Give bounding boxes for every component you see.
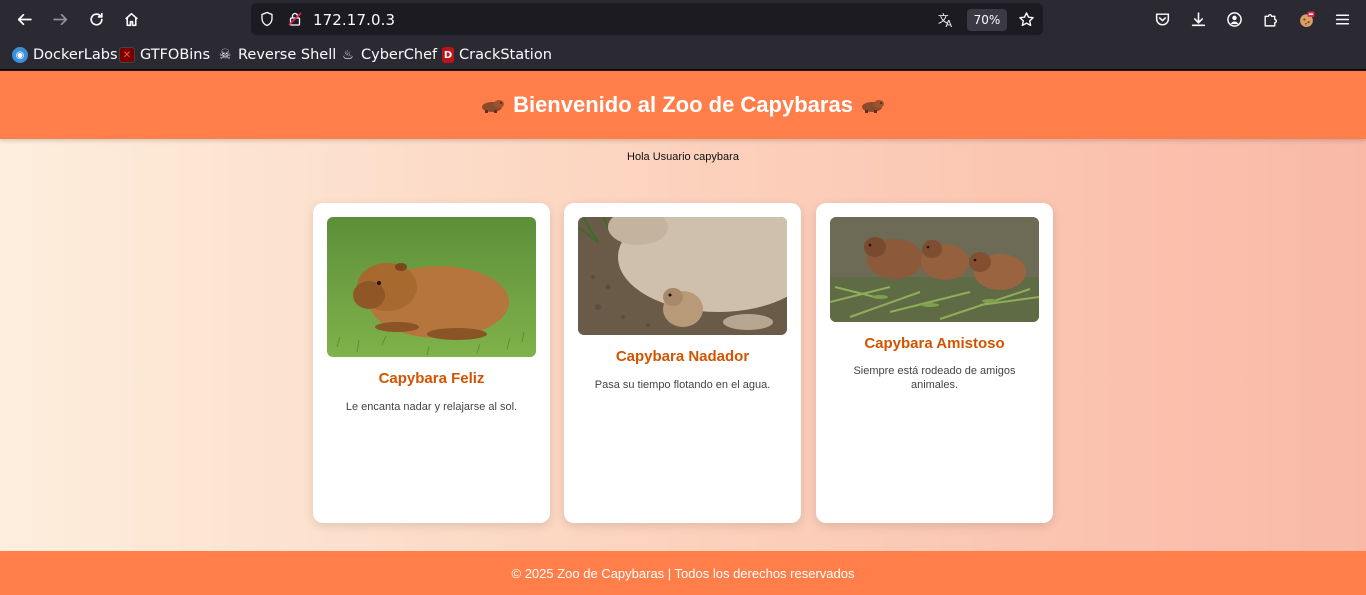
bookmark-label: CyberChef xyxy=(361,47,438,63)
back-button[interactable] xyxy=(10,5,38,33)
browser-toolbar: 172.17.0.3 文A 70% xyxy=(0,0,1366,39)
user-greeting: Hola Usuario capybara xyxy=(627,151,739,163)
bookmark-label: GTFOBins xyxy=(140,47,211,63)
download-icon xyxy=(1191,11,1205,26)
skull-icon: ☠ xyxy=(218,47,232,63)
capybara-card: Capybara Nadador Pasa su tiempo flotando… xyxy=(564,203,801,523)
account-button[interactable] xyxy=(1220,5,1248,33)
bookmark-cyberchef[interactable]: ♨ CyberChef xyxy=(340,45,437,65)
crackstation-icon: D xyxy=(442,47,454,63)
card-description: Le encanta nadar y relajarse al sol. xyxy=(345,401,518,413)
translate-icon[interactable]: 文A xyxy=(937,10,955,28)
capybara-card: Capybara Amistoso Siempre está rodeado d… xyxy=(816,203,1053,523)
downloads-button[interactable] xyxy=(1184,5,1212,33)
card-description: Siempre está rodeado de amigos animales. xyxy=(853,365,1016,391)
pocket-button[interactable] xyxy=(1148,5,1176,33)
cookie-extension-icon xyxy=(1299,11,1314,27)
home-button[interactable] xyxy=(117,5,145,33)
card-title: Capybara Nadador xyxy=(615,348,750,365)
svg-text:A: A xyxy=(945,18,952,27)
bookmark-crackstation[interactable]: D CrackStation xyxy=(442,45,552,65)
home-icon xyxy=(124,12,138,26)
chef-hat-icon: ♨ xyxy=(342,47,354,63)
extension-cookie-button[interactable] xyxy=(1292,5,1320,33)
pocket-icon xyxy=(1155,12,1169,26)
bookmark-star-icon[interactable] xyxy=(1017,10,1035,28)
site-footer: © 2025 Zoo de Capybaras | Todos los dere… xyxy=(0,551,1366,595)
bookmark-reverse-shell[interactable]: ☠ Reverse Shell xyxy=(217,45,337,65)
capybara-icon xyxy=(482,100,505,113)
forward-button[interactable] xyxy=(46,5,74,33)
reload-icon xyxy=(89,12,103,26)
bookmark-label: CrackStation xyxy=(459,47,552,63)
menu-button[interactable] xyxy=(1328,5,1356,33)
reload-button[interactable] xyxy=(82,5,110,33)
gtfobins-icon: ✕ xyxy=(119,47,135,63)
insecure-lock-icon[interactable] xyxy=(286,10,304,28)
forward-arrow-icon xyxy=(52,13,67,25)
site-title: Bienvenido al Zoo de Capybaras xyxy=(481,92,885,118)
footer-text: © 2025 Zoo de Capybaras | Todos los dere… xyxy=(511,565,855,581)
bookmark-dockerlabs[interactable]: ◉ DockerLabs xyxy=(12,45,118,65)
bookmark-label: DockerLabs xyxy=(33,47,118,63)
bookmark-label: Reverse Shell xyxy=(238,47,337,63)
bookmark-gtfobins[interactable]: ✕ GTFOBins xyxy=(119,45,210,65)
docker-icon: ◉ xyxy=(12,47,28,63)
card-title: Capybara Feliz xyxy=(378,370,485,387)
capybara-photo xyxy=(327,217,536,357)
capybara-card: Capybara Feliz Le encanta nadar y relaja… xyxy=(313,203,550,523)
site-header: Bienvenido al Zoo de Capybaras xyxy=(0,71,1366,139)
hamburger-menu-icon xyxy=(1335,13,1349,25)
extensions-button[interactable] xyxy=(1256,5,1284,33)
bookmarks-toolbar: ◉ DockerLabs ✕ GTFOBins ☠ Reverse Shell … xyxy=(0,39,1366,70)
page-content: Bienvenido al Zoo de Capybaras Hola Usua… xyxy=(0,71,1366,595)
zoom-level-badge[interactable]: 70% xyxy=(967,9,1007,31)
puzzle-icon xyxy=(1263,13,1277,27)
account-icon xyxy=(1226,11,1242,27)
card-title: Capybara Amistoso xyxy=(864,335,1005,352)
capybara-photo xyxy=(578,217,787,335)
url-text[interactable]: 172.17.0.3 xyxy=(313,11,395,29)
back-arrow-icon xyxy=(17,13,32,25)
shield-icon[interactable] xyxy=(258,10,276,28)
url-bar[interactable]: 172.17.0.3 文A 70% xyxy=(251,3,1043,35)
capybara-photo xyxy=(830,217,1039,322)
card-description: Pasa su tiempo flotando en el agua. xyxy=(594,379,771,391)
site-title-text: Bienvenido al Zoo de Capybaras xyxy=(513,92,853,117)
capybara-icon xyxy=(861,100,884,113)
